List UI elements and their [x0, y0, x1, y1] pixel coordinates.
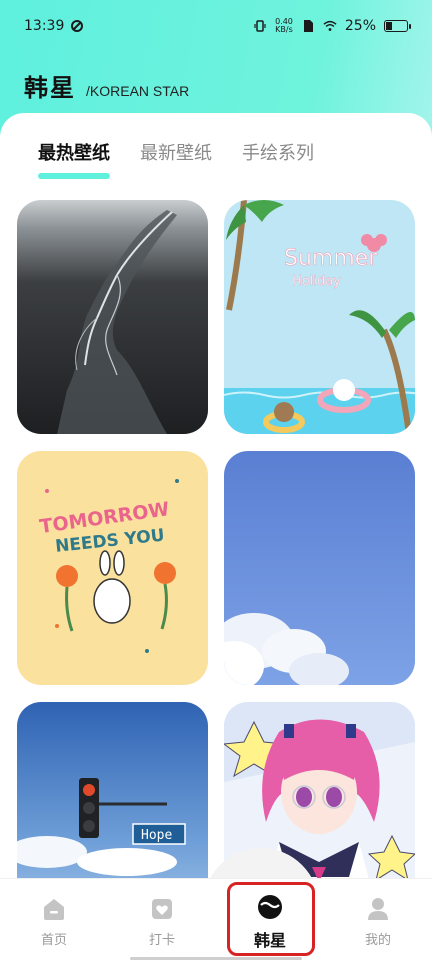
sim-icon — [303, 20, 313, 32]
status-bar: 13:39 0.40 KB/s 25% — [0, 0, 432, 52]
wallpaper-card-blue-sky[interactable] — [224, 451, 415, 685]
status-left: 13:39 — [24, 18, 84, 34]
holiday-text: Holiday — [292, 274, 341, 289]
net-speed-unit: KB/s — [275, 25, 293, 34]
nav-checkin-label: 打卡 — [148, 933, 175, 948]
wallpaper-card-tomorrow[interactable]: TOMORROW NEEDS YOU — [17, 451, 208, 685]
profile-icon — [364, 895, 392, 923]
network-speed: 0.40 KB/s — [275, 18, 293, 34]
hope-sign-text: Hope — [141, 828, 172, 843]
battery-icon — [384, 20, 411, 32]
home-icon — [40, 895, 68, 923]
tomorrow-needs-you-image: TOMORROW NEEDS YOU — [17, 451, 208, 685]
wallpaper-grid: Summer Holiday TOMORROW NEEDS YOU Hope — [17, 200, 415, 936]
nav-home[interactable]: 首页 — [11, 895, 97, 948]
page-title: 韩星 — [24, 74, 76, 102]
category-tabs: 最热壁纸 最新壁纸 手绘系列 — [38, 139, 314, 179]
sync-icon — [71, 20, 84, 32]
content-panel: 最热壁纸 最新壁纸 手绘系列 Summer Holiday TOMORROW N… — [0, 113, 432, 964]
page-subtitle: /KOREAN STAR — [86, 83, 190, 99]
checkin-icon — [148, 895, 176, 923]
summer-text: Summer — [284, 246, 378, 271]
aerial-river-image — [17, 200, 208, 434]
active-tab-highlight — [227, 882, 315, 956]
bottom-nav: 首页 打卡 韩星 我的 — [0, 878, 432, 964]
wifi-icon — [323, 20, 337, 31]
nav-profile-label: 我的 — [364, 933, 391, 948]
tab-hand-drawn[interactable]: 手绘系列 — [242, 139, 314, 179]
blue-sky-image — [224, 451, 415, 685]
wallpaper-card-aerial-river[interactable] — [17, 200, 208, 434]
summer-holiday-image: Summer Holiday — [224, 200, 415, 434]
tab-newest[interactable]: 最新壁纸 — [140, 139, 212, 179]
battery-percent: 25% — [344, 18, 376, 34]
app-header: 韩星 /KOREAN STAR — [24, 68, 189, 103]
nav-checkin[interactable]: 打卡 — [119, 895, 205, 948]
vibrate-icon — [254, 20, 266, 32]
nav-profile[interactable]: 我的 — [335, 895, 421, 948]
status-time: 13:39 — [24, 18, 65, 34]
nav-home-label: 首页 — [40, 933, 67, 948]
home-indicator[interactable] — [130, 957, 302, 960]
tab-hottest[interactable]: 最热壁纸 — [38, 139, 110, 179]
wallpaper-card-summer-holiday[interactable]: Summer Holiday — [224, 200, 415, 434]
status-right: 0.40 KB/s 25% — [253, 18, 411, 34]
